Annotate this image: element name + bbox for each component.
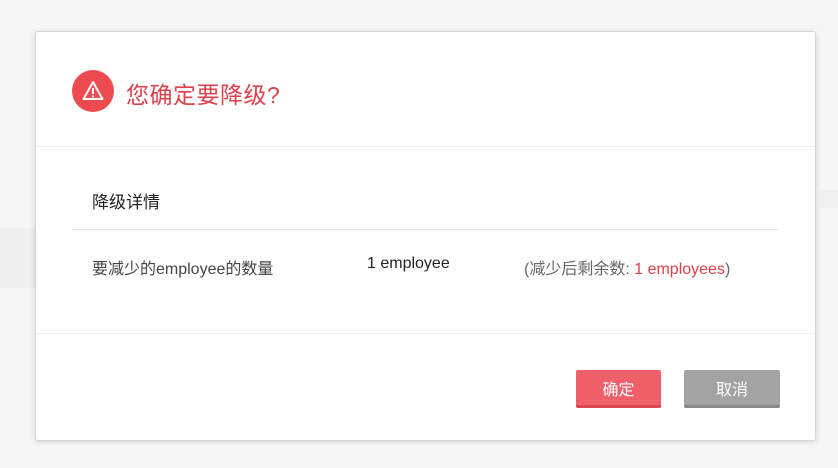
section-divider <box>72 229 778 230</box>
remaining-suffix: ) <box>724 261 731 278</box>
remaining-count: (减少后剩余数: 1 employees) <box>524 255 730 279</box>
footer-divider <box>36 333 815 334</box>
reduce-count-label: 要减少的employee的数量 <box>92 261 274 278</box>
cancel-button[interactable]: 取消 <box>684 370 780 408</box>
background-block <box>0 228 36 288</box>
background-block-right <box>818 190 838 208</box>
dialog-title: 您确定要降级? <box>126 82 281 108</box>
section-title: 降级详情 <box>92 193 160 212</box>
dialog-header: 您确定要降级? <box>36 32 815 147</box>
confirm-button[interactable]: 确定 <box>576 370 661 408</box>
remaining-value: 1 employees <box>634 261 725 278</box>
warning-icon <box>72 70 114 112</box>
downgrade-dialog: 您确定要降级? 降级详情 要减少的employee的数量 1 employee … <box>35 31 816 441</box>
remaining-prefix: (减少后剩余数: <box>524 261 635 278</box>
reduce-count-value: 1 employee <box>367 255 450 272</box>
